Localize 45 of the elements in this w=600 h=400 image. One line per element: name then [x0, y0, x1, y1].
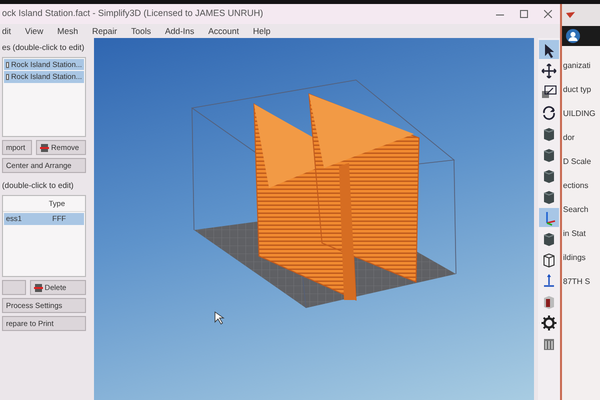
- label: in Stat: [562, 228, 587, 240]
- close-icon[interactable]: [544, 10, 552, 18]
- cross-section-icon: [541, 294, 557, 310]
- cube-icon: [541, 126, 557, 142]
- settings-icon: [541, 314, 557, 330]
- label: duct typ: [562, 84, 592, 96]
- move-tool-button[interactable]: [539, 61, 559, 80]
- axes-tool-button[interactable]: [539, 208, 559, 227]
- maximize-icon[interactable]: [520, 10, 528, 18]
- menu-item[interactable]: Help: [252, 24, 270, 38]
- settings-tool-button[interactable]: [539, 313, 559, 332]
- menu-item[interactable]: Tools: [131, 24, 151, 38]
- label: ildings: [562, 252, 587, 264]
- wireframe-cube-icon: [541, 252, 557, 268]
- menu-item[interactable]: Add-Ins: [164, 24, 194, 38]
- label: dor: [562, 132, 576, 144]
- label: UILDING: [562, 108, 596, 120]
- menu-item[interactable]: dit: [2, 24, 11, 38]
- user-avatar-icon[interactable]: [566, 29, 580, 43]
- label: D Scale: [562, 156, 592, 168]
- menu-item[interactable]: View: [24, 24, 44, 38]
- window-title: ock Island Station.fact - Simplify3D (Licensed to JAMES UNRUH): [2, 7, 264, 20]
- menu-item[interactable]: Account: [208, 24, 239, 38]
- axis-icon: [541, 272, 557, 288]
- cube-icon: [541, 230, 557, 246]
- remove-icon: [34, 284, 43, 292]
- mouse-cursor-icon: [214, 311, 225, 324]
- label: ganizati: [562, 60, 592, 72]
- label: ections: [562, 180, 590, 192]
- panel-header: es (double-click to edit): [2, 42, 86, 54]
- label: Search: [562, 204, 590, 216]
- menu-item[interactable]: Repair: [92, 24, 118, 38]
- remove-icon: [40, 144, 50, 152]
- 3d-viewport[interactable]: [94, 38, 534, 400]
- cube-icon: [541, 188, 557, 204]
- move-icon: [541, 62, 557, 78]
- rotate-icon: [541, 104, 557, 120]
- cube-icon: [541, 168, 557, 184]
- cube-icon: [541, 146, 557, 162]
- select-arrow-tool-button[interactable]: [539, 40, 559, 59]
- scale-icon: [541, 84, 557, 100]
- label: 87TH S: [562, 276, 592, 288]
- panel-header: (double-click to edit): [2, 180, 75, 192]
- menu-item[interactable]: Mesh: [57, 24, 78, 38]
- arrow-icon[interactable]: [566, 11, 576, 19]
